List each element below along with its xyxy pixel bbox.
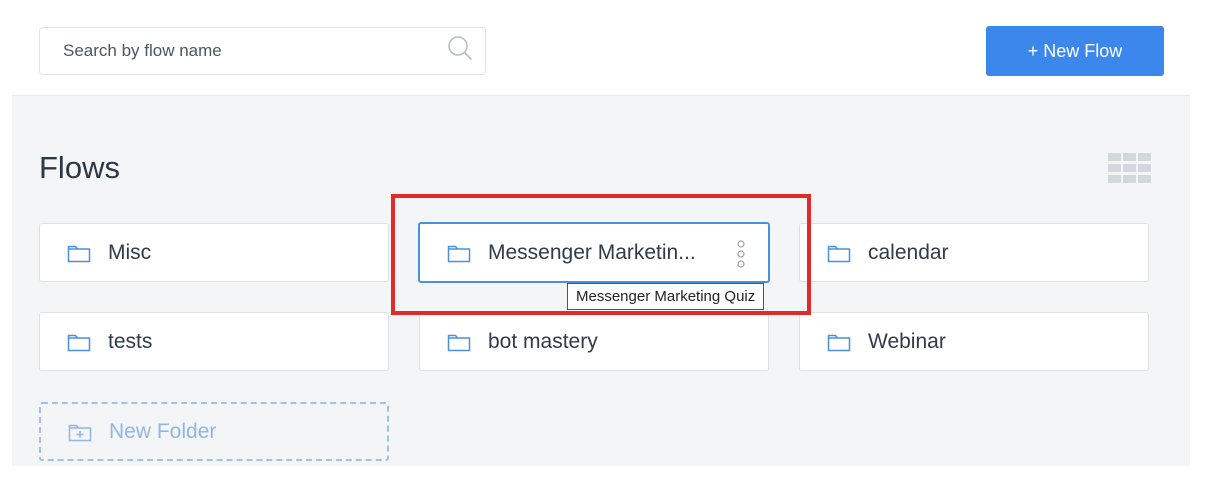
folder-icon	[827, 243, 851, 263]
new-flow-button[interactable]: + New Flow	[986, 26, 1164, 76]
folder-icon	[67, 243, 91, 263]
folder-icon	[447, 243, 471, 263]
folder-item-tests[interactable]: tests	[39, 312, 389, 371]
folder-tooltip: Messenger Marketing Quiz	[567, 283, 765, 310]
grid-view-icon[interactable]	[1108, 153, 1151, 183]
folder-icon	[67, 332, 91, 352]
folder-label: bot mastery	[488, 329, 598, 353]
folder-label: Misc	[108, 240, 152, 264]
page-title: Flows	[39, 150, 120, 185]
folder-item-misc[interactable]: Misc	[39, 223, 389, 282]
folder-item-calendar[interactable]: calendar	[799, 223, 1149, 282]
search-icon[interactable]	[447, 35, 473, 61]
search-box	[39, 27, 486, 75]
folder-item-webinar[interactable]: Webinar	[799, 312, 1149, 371]
search-input[interactable]	[41, 29, 436, 73]
new-folder-label: New Folder	[109, 419, 217, 443]
new-folder-button[interactable]: New Folder	[39, 402, 389, 461]
folder-label: Webinar	[868, 329, 946, 353]
folder-label: tests	[108, 329, 153, 353]
folder-icon	[827, 332, 851, 352]
folder-item-bot-mastery[interactable]: bot mastery	[419, 312, 769, 371]
folder-label: calendar	[868, 240, 949, 264]
folder-plus-icon	[68, 422, 92, 442]
folder-label: Messenger Marketin...	[488, 240, 696, 264]
folder-icon	[447, 332, 471, 352]
folder-item-messenger-marketing[interactable]: Messenger Marketin...	[418, 222, 770, 283]
more-options-icon[interactable]	[736, 240, 746, 268]
